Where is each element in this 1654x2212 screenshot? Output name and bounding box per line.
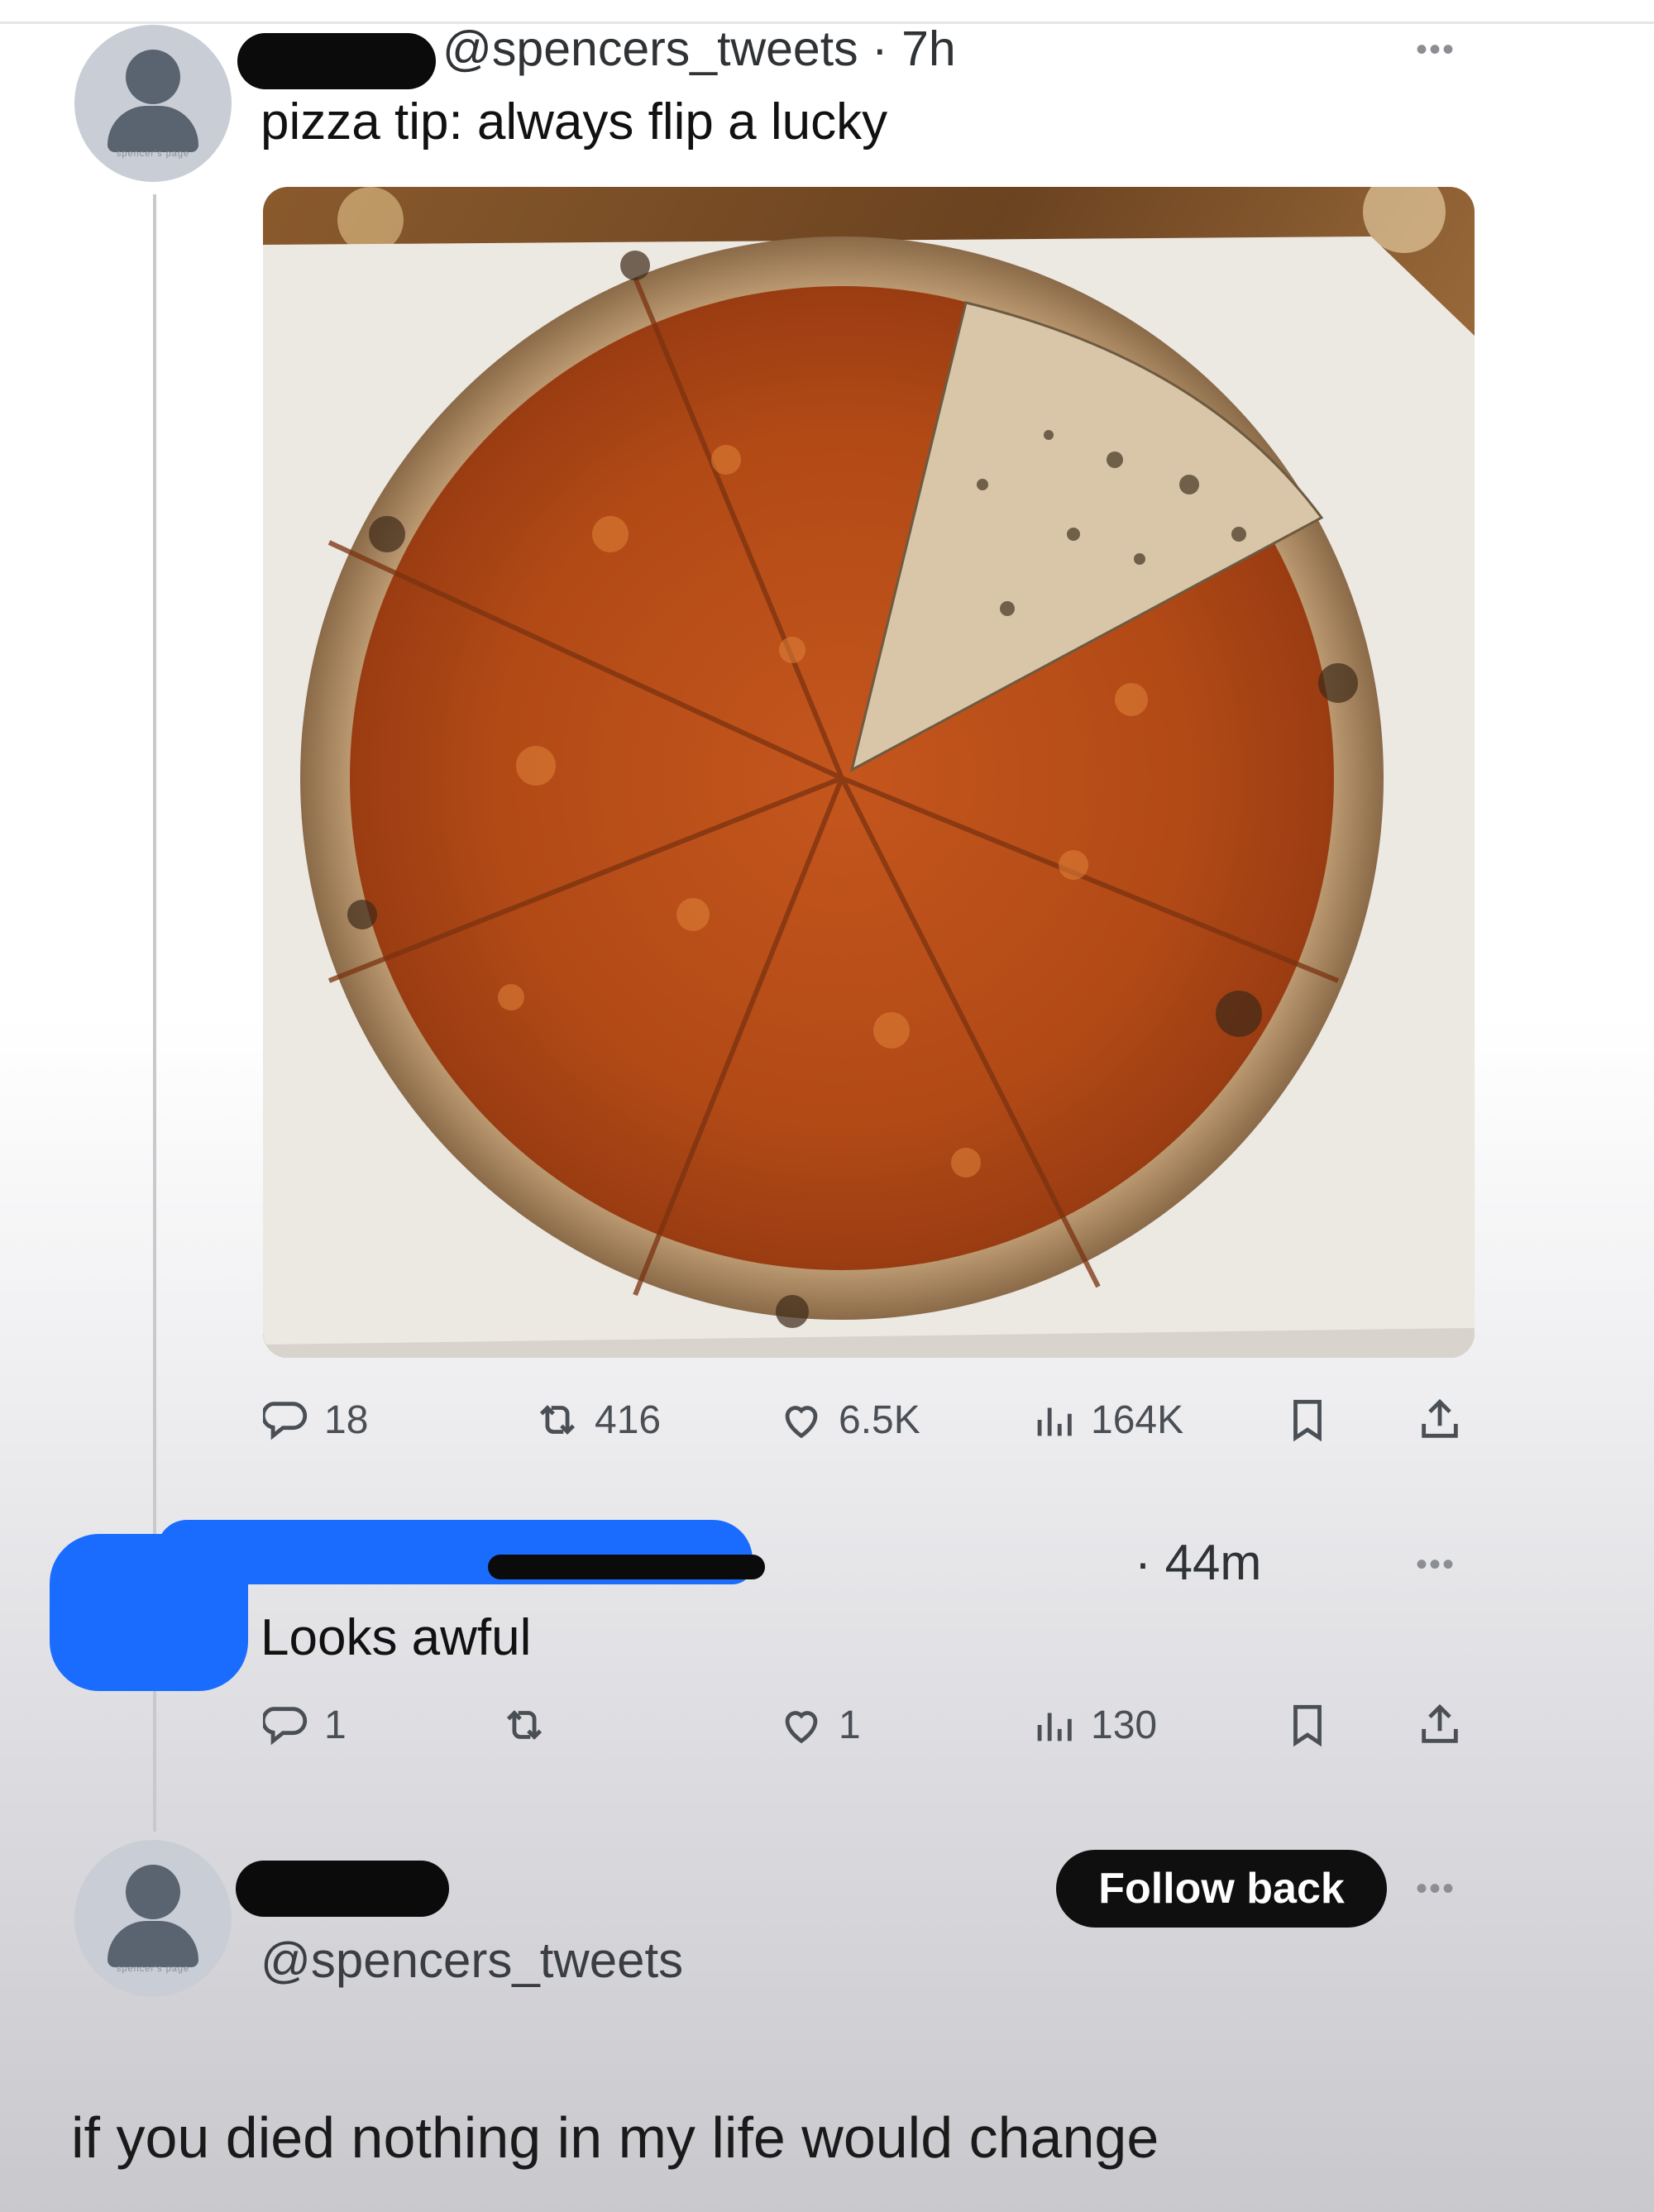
avatar-head xyxy=(126,1865,180,1919)
avatar-caption: spencer's page xyxy=(116,1964,190,1974)
author-handle[interactable]: @spencers_tweets xyxy=(261,1932,683,1989)
repost-count: 416 xyxy=(595,1397,662,1442)
pizza-photo xyxy=(263,187,1475,1358)
post-header: @spencers_tweets · 7h xyxy=(442,21,956,77)
like-count: 1 xyxy=(839,1703,861,1747)
reply-action[interactable]: 18 xyxy=(263,1396,368,1444)
avatar[interactable]: spencer's page xyxy=(74,1840,232,1997)
more-icon[interactable]: ••• xyxy=(1416,31,1456,69)
views-action[interactable]: 164K xyxy=(1030,1396,1183,1444)
reply-icon xyxy=(263,1707,308,1746)
author-handle[interactable]: @spencers_tweets xyxy=(442,21,858,76)
repost-action[interactable] xyxy=(500,1701,562,1749)
reply-count: 1 xyxy=(324,1703,347,1747)
share-action[interactable] xyxy=(1416,1396,1464,1444)
avatar[interactable]: spencer's page xyxy=(74,25,232,182)
avatar-body xyxy=(108,106,198,152)
redacted-display-name xyxy=(236,1861,449,1917)
post-timestamp[interactable]: · 7h xyxy=(872,21,956,76)
reply-count: 18 xyxy=(324,1397,369,1442)
share-action[interactable] xyxy=(1416,1701,1464,1749)
like-action[interactable]: 1 xyxy=(777,1701,861,1749)
bookmark-icon xyxy=(1293,1399,1322,1442)
more-icon[interactable]: ••• xyxy=(1416,1870,1456,1908)
post-image[interactable] xyxy=(263,187,1475,1358)
heart-icon xyxy=(785,1406,818,1439)
repost-icon xyxy=(539,1405,576,1435)
reply-timestamp[interactable]: · 44m xyxy=(1135,1534,1261,1591)
avatar-head xyxy=(126,50,180,104)
like-action[interactable]: 6.5K xyxy=(777,1396,920,1444)
view-count: 130 xyxy=(1091,1703,1158,1747)
bookmark-icon xyxy=(1293,1704,1322,1747)
avatar-caption: spencer's page xyxy=(116,149,190,159)
heart-icon xyxy=(785,1711,818,1744)
follow-back-button[interactable]: Follow back xyxy=(1056,1850,1387,1928)
views-action[interactable]: 130 xyxy=(1030,1701,1157,1749)
views-icon xyxy=(1037,1407,1072,1436)
share-icon xyxy=(1422,1703,1458,1743)
redacted-name-marker xyxy=(488,1555,765,1579)
like-count: 6.5K xyxy=(839,1397,920,1442)
more-icon[interactable]: ••• xyxy=(1416,1546,1456,1584)
bookmark-action[interactable] xyxy=(1284,1396,1331,1444)
redacted-display-name xyxy=(237,33,436,89)
bookmark-action[interactable] xyxy=(1284,1701,1331,1749)
post-text: pizza tip: always flip a lucky xyxy=(261,93,888,150)
reply-icon xyxy=(263,1402,308,1440)
repost-icon xyxy=(506,1710,543,1740)
reply-action[interactable]: 1 xyxy=(263,1701,347,1749)
view-count: 164K xyxy=(1091,1397,1184,1442)
share-icon xyxy=(1422,1398,1458,1438)
post-text: if you died nothing in my life would cha… xyxy=(71,2105,1159,2170)
avatar-body xyxy=(108,1921,198,1967)
reply-text: Looks awful xyxy=(261,1609,532,1666)
views-icon xyxy=(1037,1713,1072,1741)
repost-action[interactable]: 416 xyxy=(533,1396,661,1444)
